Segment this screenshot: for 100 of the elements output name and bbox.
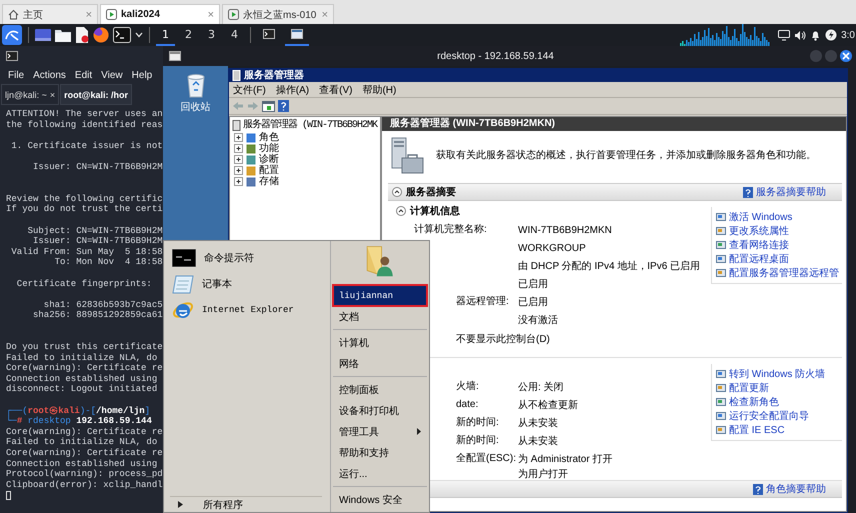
task-icon [716, 212, 726, 222]
expand-icon[interactable] [234, 177, 243, 186]
tree-item[interactable]: 功能 [246, 143, 279, 154]
terminal-line: Issuer: CN=WIN-7TB6B9H2M [32, 236, 163, 247]
task-icon [716, 226, 726, 236]
terminal-icon[interactable] [113, 27, 131, 43]
field-value: 没有激活 [518, 314, 558, 326]
menu-item[interactable]: Windows 安全 [333, 489, 427, 510]
menu-item[interactable]: 帮助(H) [362, 82, 396, 96]
menu-item[interactable]: 文件(F) [233, 82, 266, 96]
menu-item[interactable]: 文档 [333, 306, 427, 327]
tab-label: kali2024 [121, 9, 161, 20]
all-programs-item[interactable]: 所有程序 [170, 496, 322, 512]
field-value: 从不检查更新 [518, 398, 578, 411]
trash-icon [184, 72, 206, 98]
server-icon [232, 120, 241, 131]
browser-icon[interactable] [93, 27, 109, 43]
task-link[interactable]: 配置服务器管理器远程管 [716, 267, 842, 279]
volume-icon[interactable] [794, 30, 806, 40]
panel-icon[interactable] [262, 100, 275, 112]
workspace-button[interactable]: 4 [225, 24, 244, 46]
field-label: 新的时间: [456, 435, 499, 446]
program-item[interactable]: Internet Explorer [172, 299, 330, 321]
tree-item[interactable]: 配置 [246, 165, 279, 176]
display-icon[interactable] [778, 30, 790, 40]
task-link[interactable]: 检查新角色 [716, 396, 842, 408]
menu-item[interactable]: File [8, 70, 24, 80]
task-link[interactable]: 运行安全配置向导 [716, 410, 842, 422]
expand-icon[interactable] [234, 166, 243, 175]
collapse-icon[interactable] [392, 187, 402, 197]
task-link[interactable]: 转到 Windows 防火墙 [716, 368, 842, 380]
home-icon [8, 9, 19, 20]
desktop-icon[interactable] [35, 28, 51, 42]
terminal-line: ATTENTION! The server uses an [6, 109, 163, 120]
menu-item[interactable]: 运行... [333, 463, 427, 484]
field-value: 为用户打开 [518, 468, 569, 480]
task-link[interactable]: 配置更新 [716, 382, 842, 394]
power-icon[interactable] [825, 29, 838, 41]
menu-item[interactable]: Edit [74, 70, 92, 80]
workspace-button[interactable]: 3 [202, 24, 221, 46]
menu-item[interactable]: 操作(A) [276, 82, 310, 96]
menu-icon[interactable] [2, 25, 22, 45]
close-icon[interactable]: × [208, 8, 214, 20]
terminal-line: 1. Certificate issuer is not [10, 140, 163, 152]
menu-item[interactable]: View [101, 70, 123, 80]
menu-item[interactable]: 计算机 [333, 332, 427, 353]
document-icon[interactable] [75, 27, 89, 43]
field-value: WORKGROUP [518, 242, 586, 254]
menu-item[interactable]: 设备和打印机 [333, 400, 427, 421]
menu-item[interactable]: 控制面板 [333, 379, 427, 400]
help-link[interactable]: 服务器摘要帮助 [743, 185, 826, 199]
terminal-line: the following identified reas [6, 120, 163, 130]
field-label: date: [456, 399, 478, 410]
clock: 3:0 [841, 30, 855, 40]
close-icon [842, 52, 850, 60]
field-label: 计算机完整名称: [414, 224, 487, 235]
menu-item[interactable]: Actions [33, 70, 66, 80]
node-icon [246, 144, 256, 154]
task-icon [716, 268, 726, 278]
tree-item[interactable]: 诊断 [246, 154, 279, 165]
workspace-button[interactable]: 2 [179, 24, 198, 46]
task-link[interactable]: 查看网络连接 [716, 239, 842, 251]
terminal-tab[interactable]: ljn@kali: ~ × [1, 84, 60, 105]
program-item[interactable]: 命令提示符 [172, 247, 330, 269]
checkbox-label[interactable]: 不要显示此控制台(D) [456, 332, 550, 346]
field-label: 新的时间: [456, 417, 499, 428]
task-link[interactable]: 更改系统属性 [716, 225, 842, 237]
close-icon[interactable]: × [50, 90, 56, 100]
tree-item[interactable]: 角色 [246, 132, 279, 143]
expand-icon[interactable] [234, 155, 243, 164]
menu-item[interactable]: 管理工具 [333, 421, 427, 442]
folder-icon[interactable] [55, 28, 71, 42]
help-icon [743, 186, 753, 198]
expand-icon[interactable] [234, 144, 243, 153]
menu-item[interactable]: 查看(V) [319, 82, 352, 96]
task-link[interactable]: 激活 Windows [716, 211, 842, 223]
help-icon[interactable] [278, 100, 289, 112]
expand-icon[interactable] [234, 133, 243, 142]
terminal-tab[interactable]: root@kali: /hor [60, 84, 132, 105]
caret-icon[interactable] [135, 32, 143, 38]
task-link[interactable]: 配置远程桌面 [716, 253, 842, 265]
browser-tab[interactable]: 永恒之蓝ms-010 × [222, 4, 334, 24]
collapse-icon[interactable] [396, 206, 406, 216]
browser-tab[interactable]: kali2024 × [100, 4, 220, 24]
tree-item[interactable]: 服务器管理器 (WIN-7TB6B9H2MK [232, 119, 380, 132]
menu-item[interactable]: Help [132, 70, 152, 80]
task-icon [716, 369, 726, 379]
close-button[interactable] [840, 50, 852, 62]
program-item[interactable]: 记事本 [172, 273, 330, 295]
terminal-line: Subject: CN=WIN-7TB6B9H2M [26, 226, 163, 236]
notepad-icon [172, 274, 194, 294]
help-link[interactable]: 角色摘要帮助 [753, 482, 826, 496]
menu-item[interactable]: liujiannan [333, 285, 427, 306]
browser-tab[interactable]: 主页 × [2, 4, 98, 24]
menu-item[interactable]: 网络 [333, 353, 427, 374]
menu-item[interactable]: 帮助和支持 [333, 442, 427, 463]
task-link[interactable]: 配置 IE ESC [716, 424, 842, 436]
bell-icon[interactable] [810, 29, 822, 41]
tree-item[interactable]: 存储 [246, 176, 279, 187]
terminal-line: Certificate fingerprints: [16, 278, 153, 290]
